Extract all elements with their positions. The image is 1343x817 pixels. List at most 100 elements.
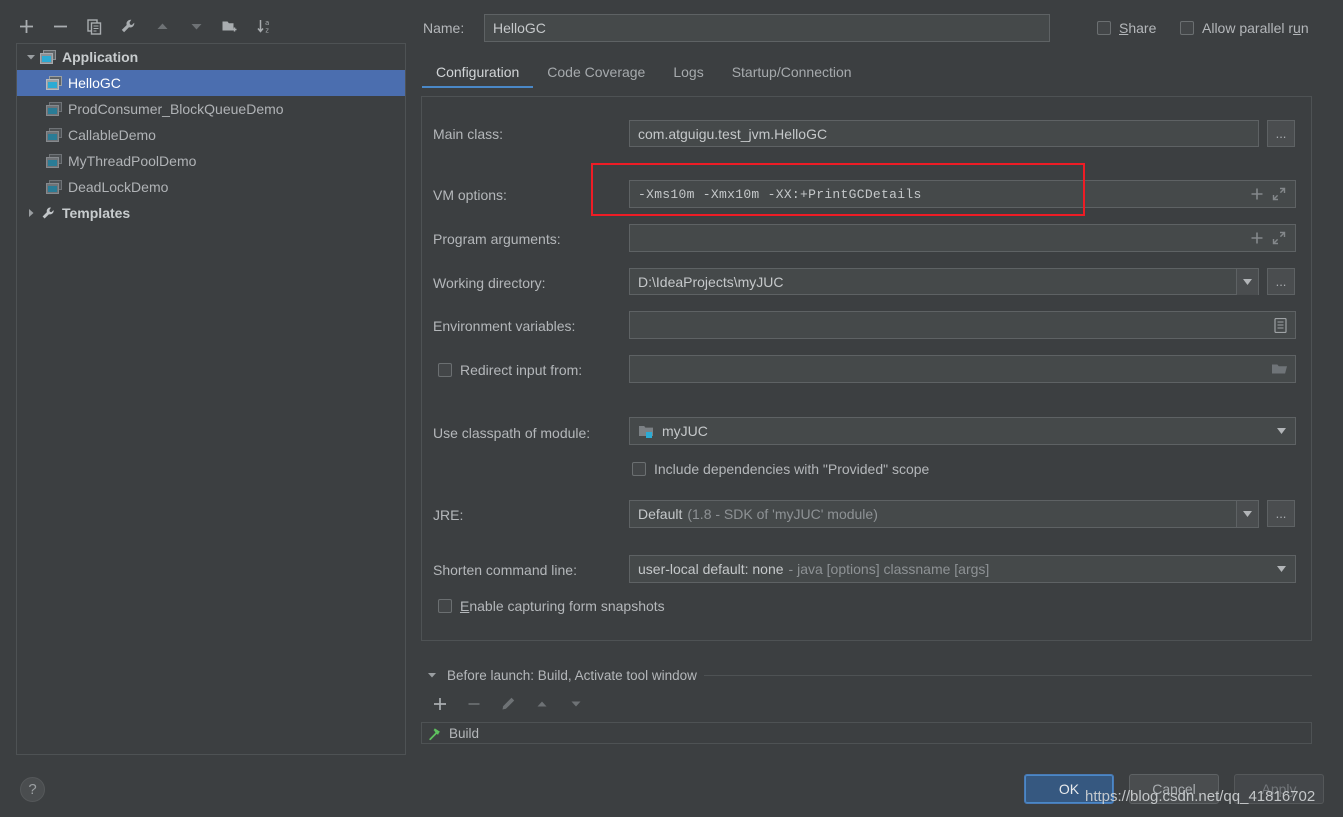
chevron-right-icon[interactable]	[23, 205, 39, 221]
minus-icon[interactable]	[462, 692, 486, 716]
before-launch-item-label: Build	[449, 725, 480, 741]
run-config-icon	[45, 153, 63, 169]
arrow-up-icon[interactable]	[530, 692, 554, 716]
folder-icon[interactable]	[1266, 357, 1292, 381]
main-class-input[interactable]: com.atguigu.test_jvm.HelloGC	[629, 120, 1259, 147]
configurations-left-panel: a z Application HelloGC ProdConsumer_Blo…	[0, 0, 412, 765]
before-launch-list[interactable]: Build	[421, 722, 1312, 744]
before-launch-toolbar	[428, 692, 588, 716]
minus-icon[interactable]	[48, 14, 72, 38]
plus-icon[interactable]	[428, 692, 452, 716]
chevron-down-icon[interactable]	[23, 49, 39, 65]
tree-node-prodconsumer-blockqueuedemo[interactable]: ProdConsumer_BlockQueueDemo	[17, 96, 405, 122]
main-class-label: Main class:	[433, 126, 504, 142]
shorten-command-line-value: user-local default: none	[638, 561, 784, 577]
checkbox-box[interactable]	[632, 462, 646, 476]
working-directory-dropdown-icon[interactable]	[1236, 269, 1258, 295]
classpath-module-dropdown-icon[interactable]	[1272, 422, 1290, 440]
checkbox-box[interactable]	[438, 599, 452, 613]
configuration-tabs: Configuration Code Coverage Logs Startup…	[422, 62, 1312, 92]
working-directory-input[interactable]: D:\IdeaProjects\myJUC	[629, 268, 1259, 295]
run-debug-configurations-dialog: a z Application HelloGC ProdConsumer_Blo…	[0, 0, 1343, 817]
tree-node-label: Application	[62, 49, 139, 65]
expand-editor-icon[interactable]	[1272, 187, 1286, 204]
tree-node-label: HelloGC	[68, 75, 121, 91]
vm-options-actions	[1250, 187, 1286, 204]
run-config-icon	[45, 75, 63, 91]
include-provided-scope-label: Include dependencies with "Provided" sco…	[654, 461, 930, 477]
arrow-down-icon[interactable]	[184, 14, 208, 38]
main-class-browse-button[interactable]: ...	[1267, 120, 1295, 147]
environment-variables-label: Environment variables:	[433, 318, 576, 334]
tab-startup-connection[interactable]: Startup/Connection	[718, 62, 866, 88]
before-launch-item-build[interactable]: Build	[422, 723, 1311, 743]
tree-toolbar: a z	[14, 12, 398, 40]
include-provided-scope-checkbox[interactable]: Include dependencies with "Provided" sco…	[632, 461, 929, 477]
arrow-down-icon[interactable]	[564, 692, 588, 716]
classpath-module-select[interactable]: myJUC	[629, 417, 1296, 445]
new-folder-icon[interactable]	[218, 14, 242, 38]
tree-node-label: DeadLockDemo	[68, 179, 169, 195]
add-macro-icon[interactable]	[1250, 187, 1264, 204]
jre-browse-button[interactable]: ...	[1267, 500, 1295, 527]
tree-node-deadlockdemo[interactable]: DeadLockDemo	[17, 174, 405, 200]
run-config-icon	[45, 101, 63, 117]
jre-dropdown-icon[interactable]	[1236, 501, 1258, 527]
wrench-icon	[39, 205, 57, 221]
tree-node-application[interactable]: Application	[17, 44, 405, 70]
working-directory-browse-button[interactable]: ...	[1267, 268, 1295, 295]
shorten-command-line-dropdown-icon[interactable]	[1272, 560, 1290, 578]
tree-node-callabledemo[interactable]: CallableDemo	[17, 122, 405, 148]
tab-logs[interactable]: Logs	[659, 62, 717, 88]
tree-node-mythreadpooldemo[interactable]: MyThreadPoolDemo	[17, 148, 405, 174]
pencil-icon[interactable]	[496, 692, 520, 716]
allow-parallel-run-checkbox[interactable]: Allow parallel run	[1180, 20, 1309, 36]
share-checkbox[interactable]: Share	[1097, 20, 1156, 36]
jre-select[interactable]: Default (1.8 - SDK of 'myJUC' module)	[629, 500, 1259, 528]
before-launch-header: Before launch: Build, Activate tool wind…	[424, 666, 1312, 684]
hammer-icon	[428, 726, 443, 741]
add-macro-icon[interactable]	[1250, 231, 1264, 248]
help-button[interactable]: ?	[20, 777, 45, 802]
arrow-up-icon[interactable]	[150, 14, 174, 38]
name-input[interactable]: HelloGC	[484, 14, 1050, 42]
name-label: Name:	[423, 20, 465, 36]
checkbox-box[interactable]	[438, 363, 452, 377]
allow-parallel-run-label: Allow parallel run	[1202, 20, 1309, 36]
expand-editor-icon[interactable]	[1272, 231, 1286, 248]
tree-node-label: Templates	[62, 205, 131, 221]
before-launch-separator	[703, 674, 1312, 676]
tree-node-label: ProdConsumer_BlockQueueDemo	[68, 101, 284, 117]
application-icon	[39, 49, 57, 65]
run-config-icon	[45, 127, 63, 143]
environment-variables-editor-icon[interactable]	[1268, 313, 1292, 337]
run-config-icon	[45, 179, 63, 195]
redirect-input-label: Redirect input from:	[460, 362, 583, 378]
shorten-command-line-select[interactable]: user-local default: none - java [options…	[629, 555, 1296, 583]
redirect-input-path-input[interactable]	[629, 355, 1296, 383]
plus-icon[interactable]	[14, 14, 38, 38]
tree-node-label: MyThreadPoolDemo	[68, 153, 197, 169]
tab-configuration[interactable]: Configuration	[422, 62, 534, 88]
checkbox-box[interactable]	[1097, 21, 1111, 35]
configurations-tree[interactable]: Application HelloGC ProdConsumer_BlockQu…	[16, 43, 406, 755]
before-launch-title: Before launch: Build, Activate tool wind…	[447, 667, 697, 683]
sort-alphabetical-icon[interactable]: a z	[252, 14, 276, 38]
checkbox-box[interactable]	[1180, 21, 1194, 35]
tab-code-coverage[interactable]: Code Coverage	[533, 62, 659, 88]
tree-node-label: CallableDemo	[68, 127, 156, 143]
tree-node-hellogc[interactable]: HelloGC	[17, 70, 405, 96]
tree-node-templates[interactable]: Templates	[17, 200, 405, 226]
form-snapshots-checkbox[interactable]: Enable capturing form snapshots	[438, 598, 665, 614]
wrench-icon[interactable]	[116, 14, 140, 38]
program-arguments-input[interactable]	[629, 224, 1296, 252]
working-directory-label: Working directory:	[433, 275, 546, 291]
vm-options-input[interactable]: -Xms10m -Xmx10m -XX:+PrintGCDetails	[629, 180, 1296, 208]
chevron-down-icon[interactable]	[424, 667, 440, 683]
redirect-input-checkbox[interactable]: Redirect input from:	[438, 362, 582, 378]
environment-variables-input[interactable]	[629, 311, 1296, 339]
svg-text:z: z	[265, 26, 269, 34]
program-arguments-actions	[1250, 231, 1286, 248]
shorten-command-line-label: Shorten command line:	[433, 562, 577, 578]
copy-icon[interactable]	[82, 14, 106, 38]
